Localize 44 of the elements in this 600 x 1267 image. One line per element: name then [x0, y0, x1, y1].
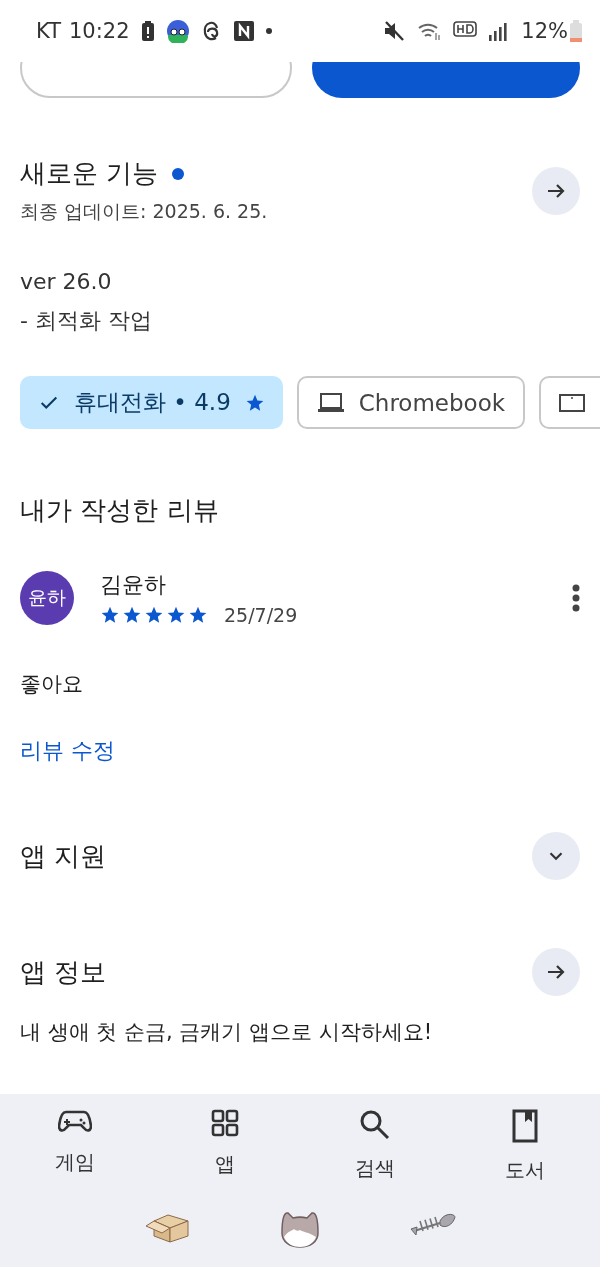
review-date: 25/7/29 — [224, 604, 298, 626]
avatar: 윤하 — [20, 571, 74, 625]
star-icon — [100, 605, 120, 625]
edit-review-link[interactable]: 리뷰 수정 — [20, 736, 115, 766]
cat-face-icon[interactable] — [279, 1209, 321, 1249]
reviewer-name: 김윤하 — [100, 571, 167, 599]
n-badge-icon — [233, 21, 254, 41]
nav-tab[interactable]: 도서 — [470, 1108, 580, 1185]
section-title: 앱 지원 — [20, 839, 107, 873]
clock-text: 10:22 — [68, 19, 130, 43]
section-title: 새로운 기능 — [20, 157, 159, 190]
nav-tab[interactable]: 앱 — [170, 1108, 280, 1185]
battery-percent-text: 12% — [521, 19, 568, 43]
arrow-button[interactable] — [532, 948, 580, 996]
tablet-icon — [559, 392, 586, 413]
device-chip[interactable]: Chromebook — [296, 376, 526, 429]
app-notification-icon — [165, 19, 190, 43]
battery-low-icon — [570, 20, 582, 42]
carrier-text: KT — [36, 19, 61, 43]
release-note-text: ver 26.0 — [20, 269, 113, 294]
updated-date-text: 최종 업데이트: 2025. 6. 25. — [20, 199, 268, 224]
signal-icon — [489, 21, 510, 41]
arrow-button[interactable] — [532, 166, 580, 215]
star-icon — [144, 605, 164, 625]
dot-icon — [265, 28, 272, 34]
apps-grid-icon — [211, 1109, 239, 1137]
search-icon — [359, 1109, 391, 1141]
nav-tab[interactable]: 게임 — [20, 1108, 130, 1185]
star-icon — [188, 605, 208, 625]
book-icon — [512, 1109, 538, 1143]
star-icon — [122, 605, 142, 625]
nav-tab[interactable]: 검색 — [320, 1108, 430, 1185]
section-title: 앱 정보 — [20, 955, 107, 989]
release-note-text: - 최적화 작업 — [20, 307, 153, 335]
star-icon — [166, 605, 186, 625]
device-chip[interactable]: 휴대전화 • 4.9 — [20, 376, 283, 429]
battery-alert-icon — [141, 21, 154, 41]
app-description: 내 생애 첫 순금, 금캐기 앱으로 시작하세요! — [20, 1019, 434, 1046]
gamepad-icon — [58, 1109, 92, 1135]
mute-icon — [383, 20, 406, 42]
more-icon[interactable] — [572, 584, 580, 612]
laptop-icon — [316, 391, 345, 414]
review-text: 좋아요 — [20, 671, 84, 698]
section-title: 내가 작성한 리뷰 — [20, 494, 219, 527]
